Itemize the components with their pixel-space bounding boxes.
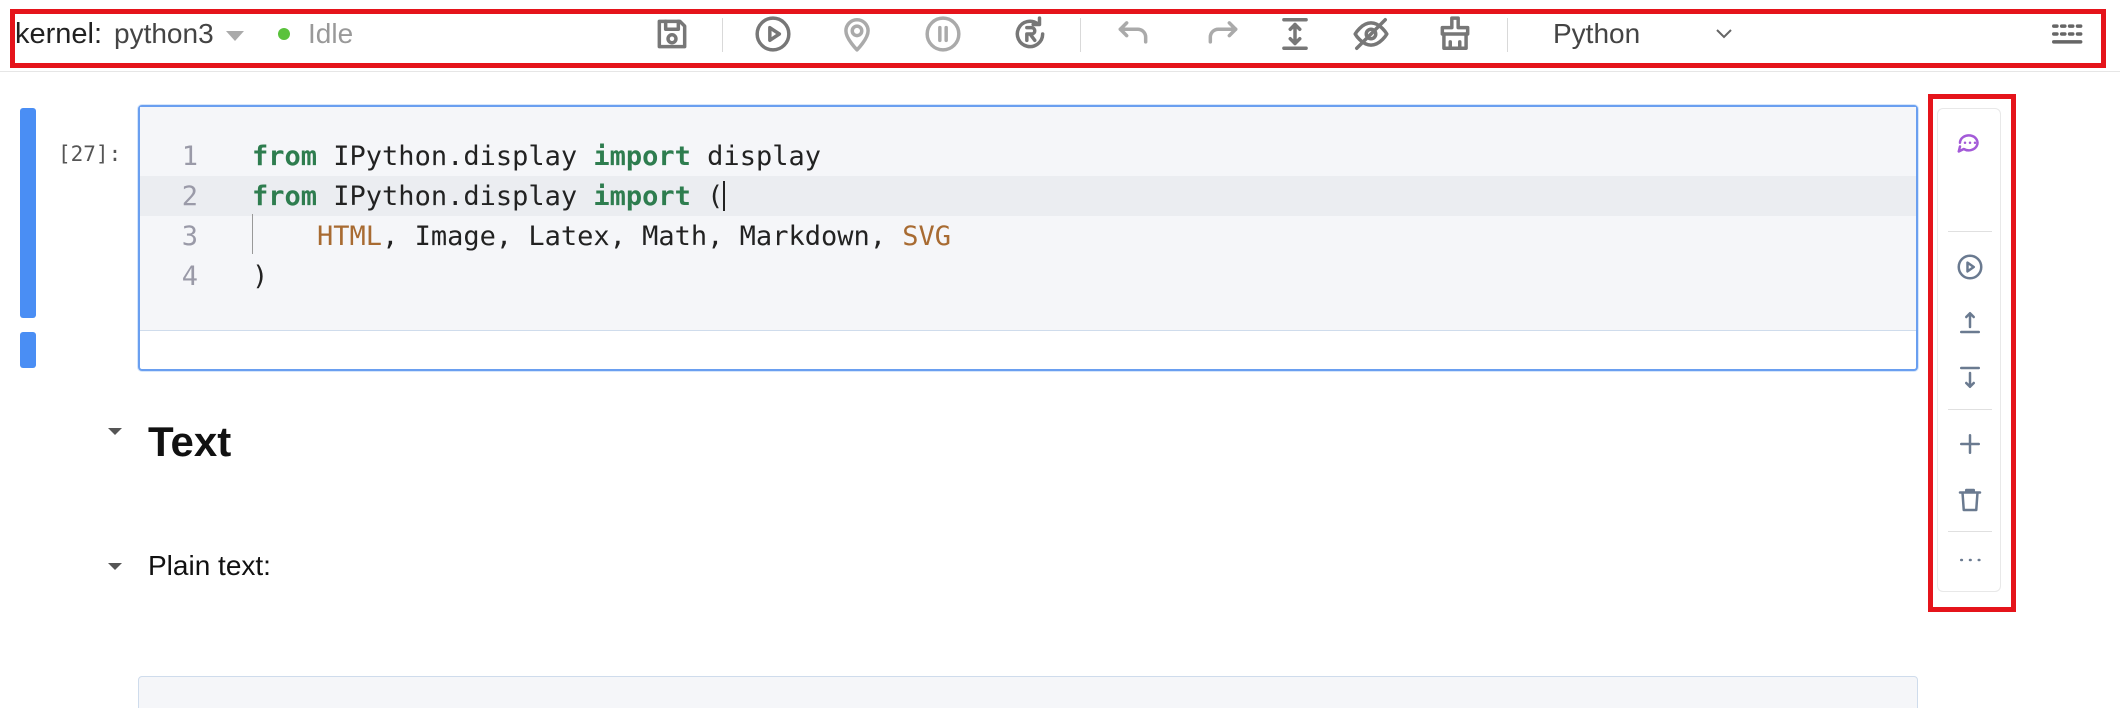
add-cell-button[interactable]: [1950, 424, 1990, 464]
code-cell[interactable]: 1 from IPython.display import display 2 fr…: [138, 105, 1918, 371]
toolbar-divider: [1948, 531, 1992, 532]
save-icon: [657, 19, 687, 49]
module-name: IPython.display: [317, 180, 594, 212]
chat-icon: [1957, 134, 1979, 153]
builtin-name: HTML: [317, 220, 383, 252]
builtin-name: SVG: [902, 220, 952, 252]
line-number: 2: [181, 180, 198, 212]
run-icon: [755, 16, 791, 52]
save-button[interactable]: [651, 13, 693, 55]
execution-count: [27]:: [58, 142, 122, 166]
kernel-status-text: Idle: [308, 18, 354, 49]
code-editor[interactable]: 1 from IPython.display import display 2 fr…: [140, 107, 1916, 331]
add-cell-icon: [1960, 434, 1980, 454]
module-name: IPython.display: [317, 140, 594, 172]
keyword: from: [252, 180, 318, 212]
language-name: Python: [1553, 18, 1641, 49]
import-list: , Image, Latex, Math, Markdown,: [382, 220, 903, 252]
heading-collapse-toggle[interactable]: [108, 428, 122, 435]
keyword: import: [593, 180, 691, 212]
markdown-heading: Text: [148, 418, 232, 465]
redo-button[interactable]: [1202, 13, 1244, 55]
toolbar-divider: [1948, 231, 1992, 232]
run-to-location-button[interactable]: [836, 13, 878, 55]
ai-sparkle-icon: [1968, 15, 2006, 53]
imported-name: display: [690, 140, 821, 172]
line-number: 1: [181, 140, 198, 172]
cell-collapser-bar[interactable]: [20, 108, 36, 318]
restart-icon: [1015, 16, 1045, 49]
markdown-text: Plain text:: [148, 550, 271, 581]
insert-below-button[interactable]: [1950, 358, 1990, 398]
redo-icon: [1208, 21, 1238, 44]
notebook-window: kernel: python3 Idle Python [27]: 1 from…: [0, 0, 2120, 708]
language-selector[interactable]: Python: [1553, 12, 1640, 56]
close-paren: ): [252, 260, 269, 292]
code-line-active: 2 from IPython.display import (: [140, 176, 1916, 216]
undo-button[interactable]: [1112, 13, 1154, 55]
ai-sparkle-icon: [1955, 180, 1985, 210]
more-icon: [1960, 558, 1981, 562]
status-dot-icon: [278, 28, 290, 40]
open-paren: (: [690, 180, 724, 212]
cell-side-toolbar: [1937, 108, 2001, 592]
code-line: 4): [140, 256, 1916, 296]
delete-icon: [1958, 488, 1982, 512]
line-number: 4: [181, 260, 198, 292]
chevron-down-icon[interactable]: [1712, 22, 1736, 46]
ai-cell-button[interactable]: [1950, 175, 1990, 215]
subheading-collapse-toggle[interactable]: [108, 563, 122, 570]
clear-icon: [1440, 16, 1470, 50]
kernel-status: Idle: [278, 12, 353, 56]
interrupt-button[interactable]: [922, 13, 964, 55]
grid-menu-icon: [2052, 24, 2083, 44]
insert-below-icon: [1960, 366, 1980, 388]
notebook-toolbar: kernel: python3 Idle Python: [0, 0, 2120, 72]
output-collapser-bar[interactable]: [20, 332, 36, 368]
insert-above-button[interactable]: [1950, 302, 1990, 342]
ai-assistant-button[interactable]: [1966, 13, 2008, 55]
chat-button[interactable]: [1950, 124, 1990, 164]
more-actions-button[interactable]: [1950, 540, 1990, 580]
code-line: 3 HTML, Image, Latex, Math, Markdown, SV…: [140, 216, 1916, 256]
indent-guide: [252, 214, 253, 254]
grid-menu-button[interactable]: [2047, 13, 2089, 55]
toolbar-divider: [722, 18, 723, 52]
next-code-cell[interactable]: [138, 676, 1918, 708]
expand-cell-button[interactable]: [1274, 13, 1316, 55]
code-line: 1 from IPython.display import display: [140, 136, 1916, 176]
kernel-selector[interactable]: python3: [114, 12, 244, 56]
location-icon: [844, 18, 870, 52]
eye-off-icon: [1353, 18, 1389, 50]
clear-outputs-button[interactable]: [1434, 13, 1476, 55]
expand-height-icon: [1282, 18, 1308, 50]
keyword: import: [593, 140, 691, 172]
kernel-label: kernel:: [14, 17, 102, 50]
undo-icon: [1118, 21, 1148, 44]
caret-down-icon: [225, 31, 244, 41]
hide-output-button[interactable]: [1350, 13, 1392, 55]
toolbar-divider: [1948, 409, 1992, 410]
keyword: from: [252, 140, 318, 172]
text-cursor: [723, 181, 726, 211]
restart-button[interactable]: [1009, 13, 1051, 55]
toolbar-divider: [1507, 18, 1508, 52]
run-button[interactable]: [752, 13, 794, 55]
pause-icon: [925, 16, 961, 52]
delete-cell-button[interactable]: [1950, 480, 1990, 520]
run-cell-button[interactable]: [1950, 247, 1990, 287]
insert-above-icon: [1960, 312, 1980, 334]
run-cell-icon: [1957, 254, 1983, 280]
toolbar-divider: [1080, 18, 1081, 52]
kernel-name: python3: [114, 18, 214, 49]
line-number: 3: [181, 220, 198, 252]
